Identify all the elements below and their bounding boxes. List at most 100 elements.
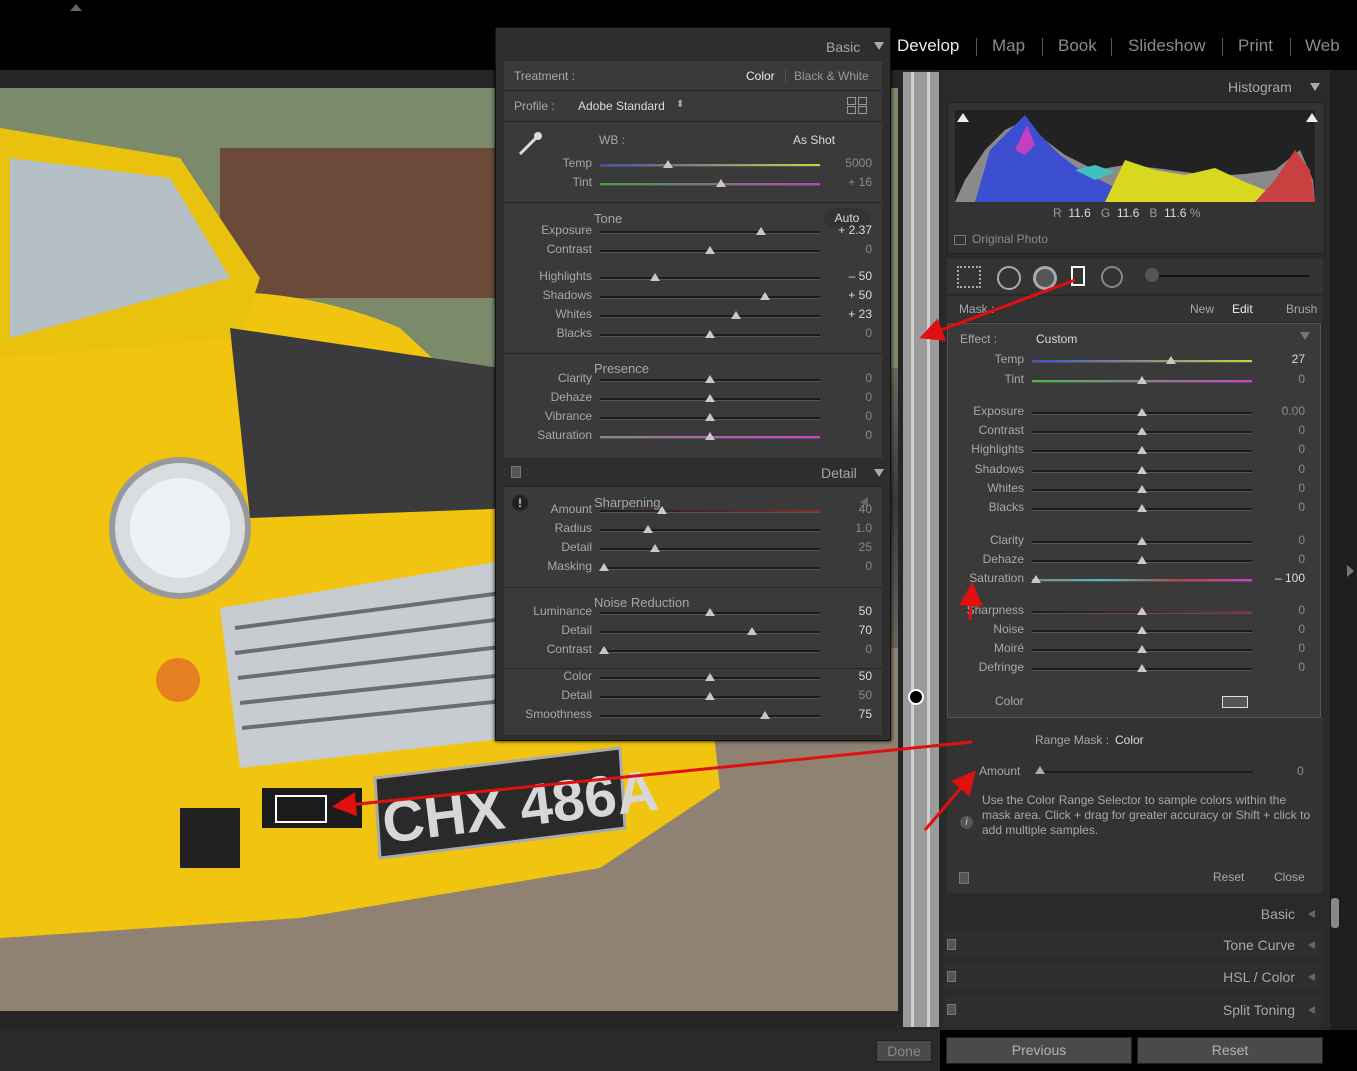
- mask-brush-button[interactable]: Brush: [1286, 302, 1317, 316]
- mask-slider-thumb[interactable]: [1031, 575, 1042, 583]
- slider-thumb[interactable]: [705, 432, 715, 440]
- histogram-title[interactable]: Histogram: [1228, 79, 1292, 95]
- triangle-down-icon[interactable]: [1310, 83, 1320, 91]
- wb-dropdown[interactable]: As Shot: [793, 133, 835, 147]
- panel-basic[interactable]: Basic: [945, 900, 1323, 926]
- slider-thumb[interactable]: [755, 227, 766, 235]
- scrollbar-thumb[interactable]: [1331, 898, 1339, 928]
- radial-filter-icon[interactable]: [1101, 266, 1123, 288]
- mask-slider-thumb[interactable]: [1137, 376, 1147, 384]
- module-map[interactable]: Map: [992, 36, 1025, 56]
- mask-slider-track[interactable]: [1032, 579, 1252, 582]
- mask-slider-thumb[interactable]: [1137, 466, 1147, 474]
- slider-track[interactable]: [600, 715, 820, 718]
- module-slideshow[interactable]: Slideshow: [1128, 36, 1206, 56]
- slider-thumb[interactable]: [650, 273, 660, 281]
- panel-switch-icon[interactable]: [947, 1004, 956, 1015]
- checkbox-icon[interactable]: [954, 235, 966, 245]
- mask-close-button[interactable]: Close: [1274, 870, 1305, 884]
- treatment-color-option[interactable]: Color: [746, 69, 775, 83]
- slider-thumb[interactable]: [760, 292, 770, 300]
- amount-thumb[interactable]: [1035, 766, 1045, 774]
- graduated-filter-icon[interactable]: [1071, 266, 1085, 286]
- slider-thumb[interactable]: [731, 311, 742, 319]
- triangle-left-icon[interactable]: [1308, 973, 1315, 981]
- eyedropper-icon[interactable]: [516, 130, 544, 158]
- mask-slider-thumb[interactable]: [1137, 556, 1147, 564]
- shadow-clipping-icon[interactable]: [957, 113, 969, 122]
- panel-split-toning-label[interactable]: Split Toning: [1223, 1002, 1295, 1018]
- slider-thumb[interactable]: [705, 330, 715, 338]
- slider-thumb[interactable]: [716, 179, 726, 187]
- mask-reset-button[interactable]: Reset: [1213, 870, 1244, 884]
- slider-thumb[interactable]: [705, 673, 715, 681]
- slider-thumb[interactable]: [746, 627, 757, 635]
- treatment-bw-option[interactable]: Black & White: [794, 69, 869, 83]
- mask-slider-thumb[interactable]: [1137, 664, 1147, 672]
- tool-slider[interactable]: [1159, 275, 1309, 277]
- triangle-down-icon[interactable]: [874, 42, 884, 50]
- red-eye-icon[interactable]: [1033, 266, 1057, 290]
- slider-track[interactable]: [600, 296, 820, 299]
- slider-track[interactable]: [600, 650, 820, 653]
- slider-thumb[interactable]: [705, 394, 715, 402]
- previous-button[interactable]: Previous: [946, 1037, 1132, 1064]
- basic-panel-title[interactable]: Basic: [826, 39, 860, 55]
- slider-track[interactable]: [600, 231, 820, 234]
- slider-thumb[interactable]: [705, 246, 715, 254]
- slider-thumb[interactable]: [705, 692, 715, 700]
- slider-thumb[interactable]: [599, 646, 610, 654]
- original-photo-label[interactable]: Original Photo: [972, 232, 1048, 246]
- range-mask-dropdown[interactable]: Color: [1115, 733, 1144, 747]
- panel-switch-icon[interactable]: [511, 466, 521, 478]
- slider-thumb[interactable]: [656, 506, 667, 514]
- mask-edit-button[interactable]: Edit: [1232, 302, 1253, 316]
- triangle-right-icon[interactable]: [1347, 565, 1354, 577]
- slider-thumb[interactable]: [643, 525, 654, 533]
- profile-dropdown[interactable]: Adobe Standard: [578, 99, 665, 113]
- mask-slider-thumb[interactable]: [1137, 485, 1147, 493]
- mask-slider-thumb[interactable]: [1137, 504, 1147, 512]
- mask-slider-thumb[interactable]: [1137, 537, 1147, 545]
- mask-slider-thumb[interactable]: [1137, 408, 1147, 416]
- module-develop[interactable]: Develop: [897, 36, 959, 56]
- mask-slider-thumb[interactable]: [1165, 356, 1176, 364]
- triangle-left-icon[interactable]: [1308, 1006, 1315, 1014]
- color-swatch[interactable]: [1222, 696, 1248, 708]
- module-print[interactable]: Print: [1238, 36, 1273, 56]
- adjustment-brush-icon[interactable]: [1145, 268, 1159, 282]
- slider-thumb[interactable]: [705, 375, 715, 383]
- mask-slider-thumb[interactable]: [1137, 427, 1147, 435]
- panel-tone-curve-label[interactable]: Tone Curve: [1223, 937, 1295, 953]
- panel-basic-label[interactable]: Basic: [1261, 906, 1295, 922]
- effect-dropdown[interactable]: Custom: [1036, 332, 1077, 346]
- slider-track[interactable]: [600, 510, 820, 513]
- slider-track[interactable]: [600, 631, 820, 634]
- panel-switch-icon[interactable]: [947, 971, 956, 982]
- mask-slider-thumb[interactable]: [1137, 607, 1147, 615]
- module-web[interactable]: Web: [1305, 36, 1340, 56]
- slider-track[interactable]: [600, 164, 820, 167]
- triangle-left-icon[interactable]: [1308, 910, 1315, 918]
- slider-track[interactable]: [600, 548, 820, 551]
- slider-thumb[interactable]: [650, 544, 660, 552]
- slider-track[interactable]: [600, 529, 820, 532]
- panel-hsl-label[interactable]: HSL / Color: [1223, 969, 1295, 985]
- reset-button[interactable]: Reset: [1137, 1037, 1323, 1064]
- slider-track[interactable]: [600, 567, 820, 570]
- crop-overlay-icon[interactable]: [957, 266, 981, 288]
- triangle-down-icon[interactable]: [874, 469, 884, 477]
- panel-hsl[interactable]: HSL / Color: [945, 962, 1323, 990]
- module-book[interactable]: Book: [1058, 36, 1097, 56]
- mask-slider-thumb[interactable]: [1137, 446, 1147, 454]
- right-scrollbar[interactable]: [1330, 70, 1357, 1030]
- profile-browser-grid-icon[interactable]: [847, 97, 867, 115]
- panel-split-toning[interactable]: Split Toning: [945, 995, 1323, 1025]
- mask-new-button[interactable]: New: [1190, 302, 1214, 316]
- panel-divider[interactable]: [903, 72, 939, 1027]
- slider-thumb[interactable]: [663, 160, 674, 168]
- sampler-pin-icon[interactable]: [908, 689, 924, 705]
- slider-thumb[interactable]: [705, 413, 715, 421]
- slider-track[interactable]: [600, 183, 820, 186]
- spot-removal-icon[interactable]: [997, 266, 1021, 290]
